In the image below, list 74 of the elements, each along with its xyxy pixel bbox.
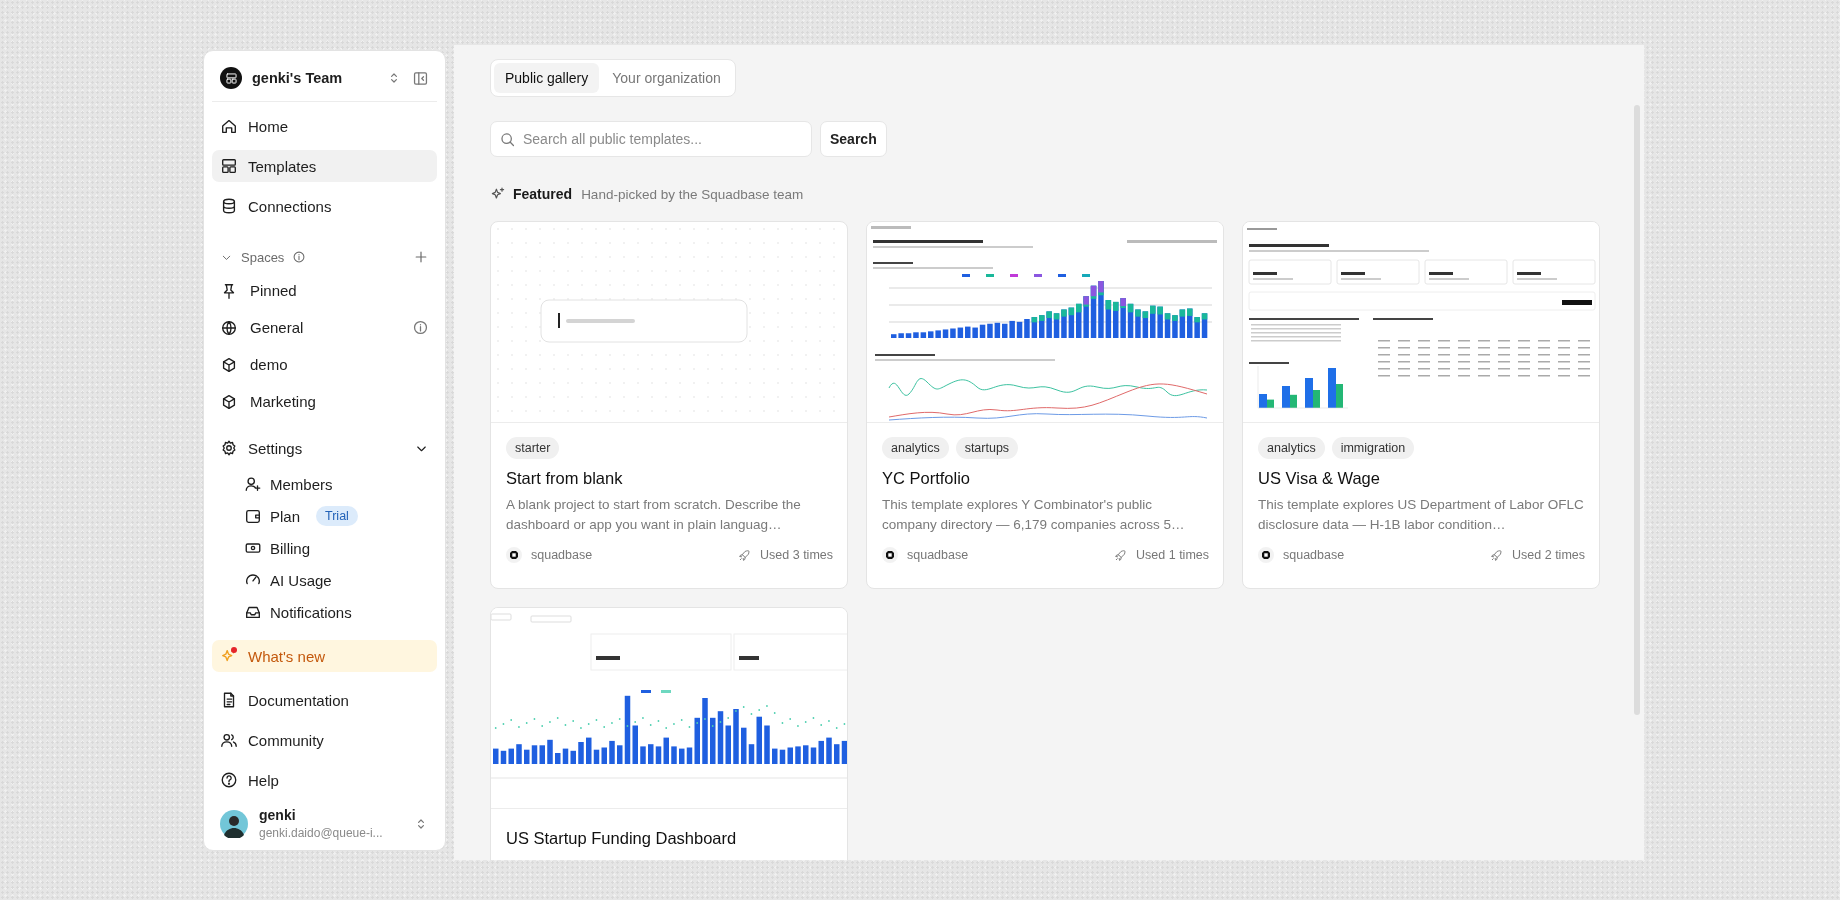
usage-count: Used 2 times — [1512, 548, 1585, 562]
info-icon — [292, 250, 307, 264]
globe-icon — [220, 318, 238, 337]
space-item[interactable]: Pinned — [212, 274, 437, 307]
trial-badge: Trial — [316, 506, 358, 526]
submenu-item[interactable]: AI Usage — [236, 566, 437, 594]
wallet-icon — [244, 507, 262, 525]
user-plus-icon — [244, 475, 262, 493]
template-title: Start from blank — [506, 469, 624, 488]
section-title: Featured — [513, 186, 573, 202]
space-item[interactable]: Marketing — [212, 385, 437, 418]
tag-chip: startups — [955, 437, 1019, 459]
gallery-tab[interactable]: Your organization — [601, 63, 732, 93]
cube-icon — [220, 355, 238, 374]
submenu-item[interactable]: Notifications — [236, 598, 437, 626]
gallery-tab[interactable]: Public gallery — [494, 63, 600, 93]
section-subtitle: Hand-picked by the Squadbase team — [581, 186, 804, 202]
template-card[interactable]: starter Start from blank A blank project to start from scratch. Describe the dashboard or app you want in plain languag… squadbase Used 3 times — [490, 221, 848, 589]
search-button[interactable]: Search — [820, 121, 887, 157]
author-name: squadbase — [1283, 548, 1345, 562]
layout-icon — [220, 157, 238, 175]
help-icon — [220, 771, 238, 789]
whats-new-item[interactable]: What's new — [212, 640, 437, 672]
cube-icon — [220, 392, 238, 411]
search-field[interactable]: Search all public templates... — [490, 121, 812, 157]
nav-item[interactable]: Help — [212, 764, 437, 796]
template-title: US Startup Funding Dashboard — [506, 829, 738, 848]
rocket-icon — [1114, 548, 1128, 562]
user-email: genki.daido@queue-i... — [259, 826, 384, 840]
settings-icon — [220, 439, 238, 457]
nav-item[interactable]: Settings — [212, 432, 437, 464]
nav-item[interactable]: Home — [212, 110, 437, 142]
template-title: US Visa & Wage — [1258, 469, 1381, 488]
usage-count: Used 3 times — [760, 548, 833, 562]
template-description: A blank project to start from scratch. Describe the dashboard or app you want in plain languag… — [506, 496, 802, 534]
nav-item[interactable]: Templates — [212, 150, 437, 182]
tag-chip: analytics — [1258, 437, 1325, 459]
home-icon — [220, 117, 238, 135]
space-item[interactable]: demo — [212, 348, 437, 381]
tag-chip: starter — [506, 437, 560, 459]
template-description: This template explores Y Combinator's public company directory — 6,179 companies across 5… — [882, 496, 1186, 534]
template-description: This template explores US Department of Labor OFLC disclosure data — H-1B labor condition… — [1258, 496, 1585, 534]
sidebar-toggle-icon[interactable] — [412, 69, 429, 87]
team-name: genki's Team — [252, 70, 344, 86]
add-icon[interactable] — [413, 249, 429, 265]
author-logo-icon — [506, 547, 522, 563]
database-icon — [220, 197, 238, 215]
search-icon — [499, 131, 516, 148]
tag-chip: immigration — [1331, 437, 1415, 459]
nav-item[interactable]: Community — [212, 724, 437, 756]
space-item[interactable]: General — [212, 311, 437, 344]
template-card[interactable]: analytics immigration US Visa & Wage This template explores US Department of Labor OFLC disclosure data — H-1B labor condition… squadbase Used 2 times — [1242, 221, 1600, 589]
template-card[interactable]: analytics startups YC Portfolio This template explores Y Combinator's public company directory — 6,179 companies across 5… squadbase Used 1 times — [866, 221, 1224, 589]
usage-count: Used 1 times — [1136, 548, 1209, 562]
submenu-item[interactable]: Billing — [236, 534, 437, 562]
nav-item[interactable]: Documentation — [212, 684, 437, 716]
scrollbar[interactable] — [1634, 105, 1640, 715]
avatar-icon — [220, 809, 248, 838]
submenu-item[interactable]: Plan — [236, 502, 309, 530]
author-name: squadbase — [907, 548, 969, 562]
nav-item[interactable]: Connections — [212, 190, 437, 222]
template-title: YC Portfolio — [882, 469, 972, 488]
rocket-icon — [738, 548, 752, 562]
author-logo-icon — [1258, 547, 1274, 563]
author-logo-icon — [882, 547, 898, 563]
author-name: squadbase — [531, 548, 593, 562]
section-label: Spaces — [241, 249, 285, 265]
template-card[interactable]: US Startup Funding Dashboard — [490, 607, 848, 860]
sparkle-icon — [490, 186, 506, 202]
tag-chip: analytics — [882, 437, 949, 459]
submenu-item[interactable]: Members — [236, 470, 437, 498]
users-icon — [220, 731, 238, 749]
user-name: genki — [259, 807, 297, 823]
rocket-icon — [1490, 548, 1504, 562]
